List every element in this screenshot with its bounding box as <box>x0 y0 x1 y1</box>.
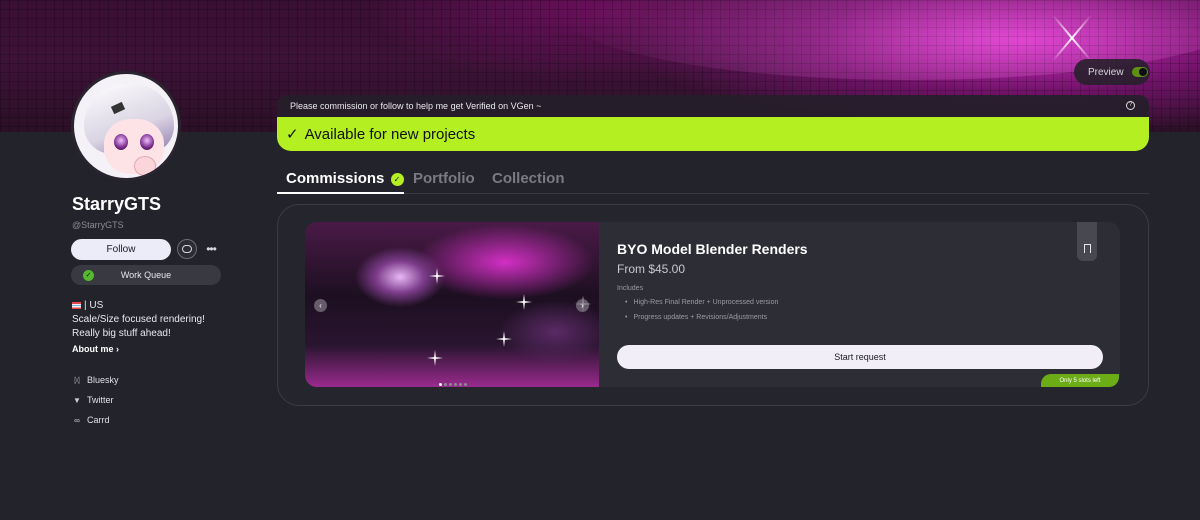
carousel-prev-button[interactable]: ‹ <box>314 299 327 312</box>
availability-text: Available for new projects <box>304 125 476 143</box>
link-icon: ∞ <box>74 415 80 425</box>
tab-portfolio[interactable]: Portfolio <box>413 170 475 187</box>
link-label: Carrd <box>87 415 110 425</box>
tab-collection[interactable]: Collection <box>492 170 565 187</box>
carousel-dot[interactable] <box>449 383 452 386</box>
list-item: High-Res Final Render + Unprocessed vers… <box>625 295 778 310</box>
commission-image-carousel[interactable]: ‹ › <box>305 222 599 387</box>
profile-name: StarryGTS <box>72 194 162 214</box>
carousel-dot[interactable] <box>439 383 442 386</box>
start-request-button[interactable]: Start request <box>617 345 1103 369</box>
profile-handle: @StarryGTS <box>72 220 124 230</box>
link-carrd[interactable]: ∞ Carrd <box>72 410 119 430</box>
carousel-dot[interactable] <box>454 383 457 386</box>
slots-left-badge: Only 5 slots left <box>1041 374 1119 387</box>
availability-banner: ✓ Available for new projects <box>277 117 1149 151</box>
commission-card[interactable]: ‹ › BYO Model Blender Renders From $45.0… <box>305 222 1120 387</box>
carousel-dot[interactable] <box>459 383 462 386</box>
bio-line-3: Really big stuff ahead! <box>72 328 171 339</box>
link-twitter[interactable]: ▼ Twitter <box>72 390 119 410</box>
link-bluesky[interactable]: ᛞ Bluesky <box>72 370 119 390</box>
preview-toggle[interactable]: Preview <box>1074 59 1150 85</box>
sparkle-icon <box>496 331 512 347</box>
bird-icon: ▼ <box>73 395 81 405</box>
sparkle-icon <box>429 268 445 284</box>
tab-commissions[interactable]: Commissions ✓ <box>286 170 404 187</box>
social-links: ᛞ Bluesky ▼ Twitter ∞ Carrd <box>72 370 119 430</box>
carousel-next-button[interactable]: › <box>576 299 589 312</box>
work-queue-label: Work Queue <box>120 270 172 280</box>
more-options-button[interactable]: ••• <box>201 239 221 259</box>
verified-check-icon: ✓ <box>390 173 404 186</box>
chat-bubble-icon <box>182 245 192 253</box>
bookmark-button[interactable] <box>1077 222 1097 261</box>
help-icon[interactable]: ? <box>1126 101 1135 110</box>
bookmark-icon <box>1083 244 1091 253</box>
tab-label: Commissions <box>286 170 385 187</box>
butterfly-icon: ᛞ <box>74 375 80 385</box>
about-me-link[interactable]: About me › <box>72 344 119 354</box>
link-label: Twitter <box>87 395 114 405</box>
bio-line-1: | US <box>84 300 104 311</box>
shield-check-icon: ✓ <box>83 269 94 281</box>
profile-tabs: Commissions ✓ Portfolio Collection <box>277 165 1149 194</box>
notice-bar: Please commission or follow to help me g… <box>277 95 1149 117</box>
includes-list: High-Res Final Render + Unprocessed vers… <box>625 295 778 325</box>
carousel-dot[interactable] <box>464 383 467 386</box>
avatar <box>71 71 181 181</box>
active-tab-indicator <box>277 192 404 194</box>
carousel-dot[interactable] <box>444 383 447 386</box>
commission-title: BYO Model Blender Renders <box>617 241 808 257</box>
sparkle-icon <box>427 350 443 366</box>
profile-bio: | US Scale/Size focused rendering! Reall… <box>72 299 205 341</box>
preview-label: Preview <box>1088 66 1124 78</box>
message-button[interactable] <box>177 239 197 259</box>
list-item: Progress updates + Revisions/Adjustments <box>625 310 778 325</box>
includes-label: Includes <box>617 285 644 292</box>
about-me-label: About me <box>72 344 114 354</box>
link-label: Bluesky <box>87 375 119 385</box>
flag-icon <box>72 302 81 309</box>
bio-line-2: Scale/Size focused rendering! <box>72 314 205 325</box>
commission-price: From $45.00 <box>617 262 686 276</box>
follow-button[interactable]: Follow <box>71 239 171 260</box>
toggle-switch-icon[interactable] <box>1131 67 1148 77</box>
sparkle-icon <box>516 294 532 310</box>
chevron-right-icon: › <box>116 344 120 354</box>
work-queue-button[interactable]: ✓ Work Queue <box>71 265 221 285</box>
carousel-dots <box>439 383 467 386</box>
notice-text: Please commission or follow to help me g… <box>290 101 542 111</box>
checkmark-icon: ✓ <box>286 126 299 143</box>
